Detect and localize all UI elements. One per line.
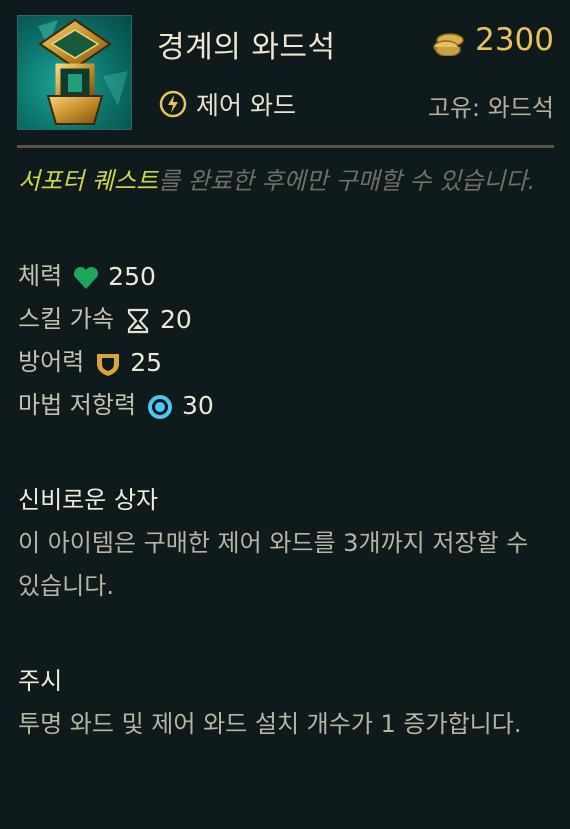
stat-label: 체력	[18, 262, 63, 290]
item-cost: 2300	[433, 22, 554, 58]
passive-watchful: 주시 투명 와드 및 제어 와드 설치 개수가 1 증가합니다.	[18, 660, 554, 746]
unique-group-label: 고유: 와드석	[427, 94, 554, 122]
stat-value: 30	[182, 391, 214, 420]
item-type: 제어 와드	[158, 86, 296, 122]
passive-description: 투명 와드 및 제어 와드 설치 개수가 1 증가합니다.	[18, 710, 522, 738]
magic-resist-icon	[146, 392, 174, 420]
tooltip-body: 서포터 퀘스트를 완료한 후에만 구매할 수 있습니다. 체력 250 스킬 가…	[18, 160, 554, 746]
purchase-requirement-text: 를 완료한 후에만 구매할 수 있습니다.	[158, 167, 536, 195]
support-quest-link: 서포터 퀘스트	[18, 167, 159, 195]
passive-description: 이 아이템은 구매한 제어 와드를 3개까지 저장할 수 있습니다.	[18, 529, 529, 600]
stat-value: 250	[108, 262, 156, 291]
gold-coins-icon	[433, 28, 465, 57]
stat-value: 20	[159, 305, 192, 334]
item-type-label: 제어 와드	[196, 91, 296, 120]
stat-health: 체력 250	[18, 255, 554, 298]
item-cost-value: 2300	[475, 22, 554, 58]
stat-magic-resist: 마법 저항력 30	[18, 384, 554, 427]
stat-label: 스킬 가속	[18, 305, 114, 333]
shield-icon	[94, 349, 122, 377]
stat-label: 마법 저항력	[18, 391, 137, 419]
vigilant-wardstone-icon	[17, 15, 132, 130]
passive-mysterious-box: 신비로운 상자 이 아이템은 구매한 제어 와드를 3개까지 저장할 수 있습니…	[18, 479, 554, 608]
heart-icon	[72, 263, 100, 291]
stat-armor: 방어력 25	[18, 341, 554, 384]
control-ward-icon	[158, 89, 188, 119]
item-name: 경계의 와드석	[157, 30, 336, 65]
stat-ability-haste: 스킬 가속 20	[18, 298, 554, 341]
stat-label: 방어력	[18, 348, 85, 376]
passive-title: 신비로운 상자	[18, 486, 159, 514]
stat-value: 25	[130, 348, 163, 377]
hourglass-icon	[124, 306, 152, 334]
header-divider	[17, 145, 554, 148]
passive-title: 주시	[18, 667, 63, 695]
stat-list: 체력 250 스킬 가속 20 방어력 25 마법 저항력 30	[18, 255, 554, 427]
item-tooltip: 경계의 와드석 2300 제어 와드 고유: 와드석 서포터 퀘스트를 완료한 …	[0, 0, 570, 829]
purchase-requirement: 서포터 퀘스트를 완료한 후에만 구매할 수 있습니다.	[18, 160, 554, 203]
